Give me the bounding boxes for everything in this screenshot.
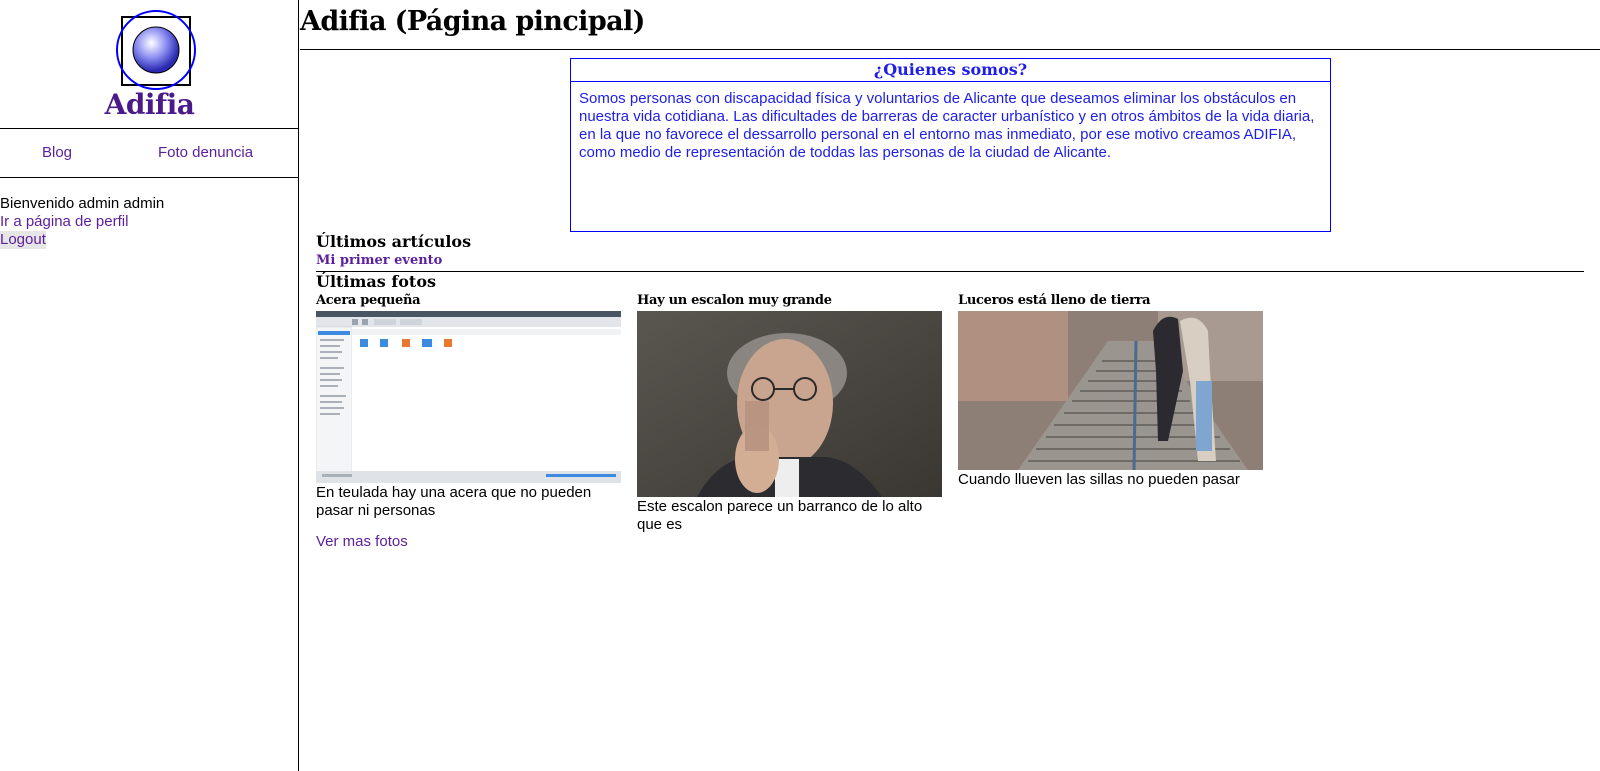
- articles-title: Últimos artículos: [316, 232, 472, 251]
- photo-title: Hay un escalon muy grande: [637, 293, 832, 308]
- photo-description: En teulada hay una acera que no pueden p…: [316, 484, 592, 519]
- user-box: Bienvenido admin admin Ir a página de pe…: [0, 178, 298, 249]
- logo-area: Adifia: [0, 0, 298, 129]
- photo-thumbnail[interactable]: [637, 311, 942, 497]
- page-header: Adifia (Página pincipal): [300, 0, 1600, 50]
- photo-card: Acera pequeña En teulada hay una acera q…: [316, 293, 621, 520]
- logo-text[interactable]: Adifia: [0, 88, 299, 121]
- sidebar-nav: Blog Foto denuncia: [0, 129, 298, 178]
- more-photos-link[interactable]: Ver mas fotos: [316, 533, 408, 550]
- photo-thumbnail[interactable]: [958, 311, 1263, 470]
- article-link[interactable]: Mi primer evento: [316, 253, 442, 268]
- photo-description: Este escalon parece un barranco de lo al…: [637, 498, 923, 533]
- nav-foto-denuncia-link[interactable]: Foto denuncia: [158, 144, 253, 161]
- sidebar: Adifia Blog Foto denuncia Bienvenido adm…: [0, 0, 299, 771]
- page-title: Adifia (Página pincipal): [300, 6, 645, 37]
- photos-title: Últimas fotos: [316, 272, 436, 291]
- photo-description: Cuando llueven las sillas no pueden pasa…: [958, 471, 1240, 488]
- photo-card: Hay un escalon muy grande Este escalon p…: [637, 293, 942, 534]
- photo-title: Acera pequeña: [316, 293, 421, 308]
- profile-link[interactable]: Ir a página de perfil: [0, 213, 298, 231]
- photo-card: Luceros está lleno de tierra Cuando llue…: [958, 293, 1263, 489]
- page-layout: Adifia Blog Foto denuncia Bienvenido adm…: [0, 0, 1600, 771]
- nav-blog-link[interactable]: Blog: [42, 144, 72, 161]
- about-text: Somos personas con discapacidad física y…: [579, 90, 1315, 161]
- about-box: ¿Quienes somos? Somos personas con disca…: [570, 58, 1331, 232]
- photo-title: Luceros está lleno de tierra: [958, 293, 1151, 308]
- logout-link[interactable]: Logout: [0, 231, 46, 249]
- about-title: ¿Quienes somos?: [571, 59, 1330, 82]
- divider: [316, 271, 1584, 272]
- main-content: Adifia (Página pincipal) ¿Quienes somos?…: [300, 0, 1600, 771]
- logo-icon[interactable]: [114, 10, 198, 90]
- photo-thumbnail[interactable]: [316, 311, 621, 483]
- welcome-text: Bienvenido admin admin: [0, 195, 165, 212]
